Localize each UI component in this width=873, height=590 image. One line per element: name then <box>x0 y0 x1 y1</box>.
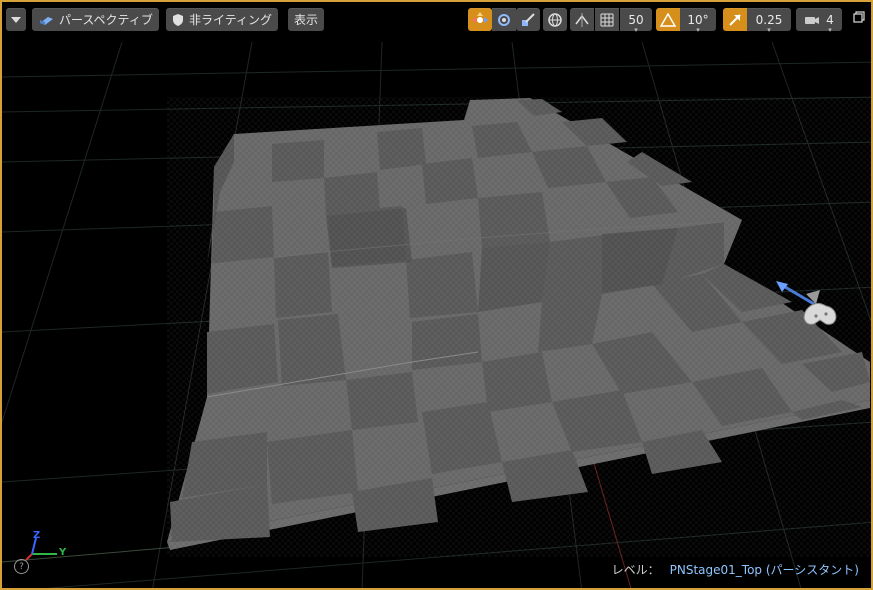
axis-y-label: Y <box>59 547 67 558</box>
angle-snap-icon <box>660 12 676 27</box>
level-name: PNStage01_Top (パーシスタント) <box>669 563 859 577</box>
translate-move-icon <box>472 11 488 28</box>
camera-speed-icon <box>804 14 820 26</box>
lighting-mode-button[interactable]: 非ライティング <box>166 8 279 31</box>
axis-z-label: Z <box>33 530 41 541</box>
scale-snap-value-dropdown[interactable]: 0.25 <box>747 8 791 31</box>
floor-mesh <box>167 97 871 557</box>
help-icon[interactable]: ? <box>14 559 29 574</box>
perspective-label: パースペクティブ <box>59 13 153 27</box>
viewport-options-button[interactable] <box>6 8 26 31</box>
surface-snap-icon <box>574 12 590 28</box>
scale-snap-toggle[interactable] <box>723 8 747 31</box>
scale-snap-value: 0.25 <box>756 13 783 27</box>
surface-snap-button[interactable] <box>570 8 594 31</box>
perspective-button[interactable]: パースペクティブ <box>32 8 159 31</box>
level-prefix: レベル： <box>611 563 660 577</box>
grid-icon <box>600 13 614 27</box>
3d-scene[interactable] <box>2 2 873 590</box>
rotation-snap-value: 10° <box>687 13 708 27</box>
rotation-snap-toggle[interactable] <box>656 8 680 31</box>
rotate-icon <box>496 12 512 28</box>
show-menu-label: 表示 <box>294 13 319 27</box>
camera-speed-value: 4 <box>826 13 834 27</box>
camera-speed-dropdown[interactable]: 4 <box>796 8 842 31</box>
grid-snap-value: 50 <box>628 13 643 27</box>
shield-icon <box>172 13 184 27</box>
scale-snap-icon <box>728 13 742 27</box>
show-menu-button[interactable]: 表示 <box>288 8 325 31</box>
grid-snap-toggle[interactable] <box>595 8 619 31</box>
world-local-toggle[interactable] <box>543 8 567 31</box>
level-viewport[interactable]: パースペクティブ 非ライティング 表示 50 ▾ 10° ▾ 0.25 ▾ 4 … <box>0 0 873 590</box>
perspective-cube-icon <box>38 14 54 26</box>
rotation-snap-value-dropdown[interactable]: 10° <box>680 8 716 31</box>
y-axis-line <box>2 546 178 563</box>
level-status: レベル： PNStage01_Top (パーシスタント) <box>612 561 859 578</box>
lighting-mode-label: 非ライティング <box>189 13 273 27</box>
scale-tool-button[interactable] <box>516 8 540 31</box>
maximize-icon[interactable] <box>853 11 865 23</box>
translate-tool-button[interactable] <box>468 8 492 31</box>
axis-gizmo <box>25 537 57 561</box>
rotate-tool-button[interactable] <box>492 8 516 31</box>
globe-icon <box>547 12 563 28</box>
grid-snap-value-dropdown[interactable]: 50 <box>620 8 652 31</box>
scale-icon <box>520 12 536 28</box>
chevron-down-icon <box>11 16 21 23</box>
